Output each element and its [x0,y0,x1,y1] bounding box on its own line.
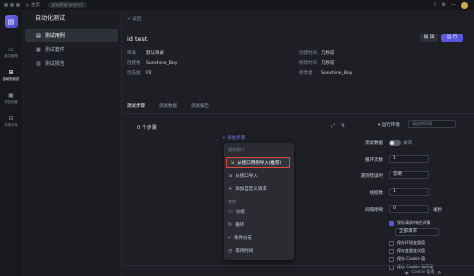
save-var-checkbox[interactable]: 保存变量变化值 [389,248,425,254]
side-panel: 自动化测试 ▤ 测试用例 ▦ 测试套件 ▥ 测试报告 [22,10,122,276]
plus-icon: + [228,186,233,192]
add-step-menu: 请求接口 ⇲ 从接口用例导入(推荐) ⇲ 从接口导入 + 添加自定义请求 其他 … [224,143,294,260]
close-window-icon[interactable] [4,3,8,7]
rail-item-autotest[interactable]: ⊞ 自动化测试 [2,69,20,82]
swap-icon[interactable]: ⇅ [341,123,345,129]
share-icon: ⊟ [8,115,14,122]
minimize-window-icon[interactable] [10,3,14,7]
back-link[interactable]: < 返回 [127,16,141,22]
interval-input[interactable]: 0 [389,205,429,213]
all-requests-select[interactable]: 全部请求 [395,228,439,236]
project-url[interactable]: graphql-project [47,2,87,8]
main-content: < 返回 id test 编 辑 运 行 目录 默认目录 创建者 Sunshine_… [123,10,474,276]
menu-item-custom-request[interactable]: + 添加自定义请求 [228,186,267,192]
gear-icon[interactable]: ⚙ [442,2,446,8]
add-step-button[interactable]: + 添加步骤 [222,135,245,141]
page-title: id test [127,35,148,43]
list-icon: ▤ [36,32,41,39]
report-icon: ▥ [36,60,41,67]
rail-item-settings[interactable]: ▣ 项目设置 [4,92,18,105]
save-request-checkbox[interactable]: 保存请求/响应详情 [389,220,430,226]
maximize-window-icon[interactable] [16,3,20,7]
checkbox-checked[interactable] [389,220,394,226]
minimize-icon[interactable]: — [451,2,456,8]
import-icon: ⇲ [228,173,233,179]
loop-icon: ↻ [228,222,233,228]
menu-item-condition[interactable]: ⑂ 条件分支 [228,235,252,241]
interval-unit: 毫秒 [433,208,442,213]
loop-count-input[interactable]: 1 [389,155,429,163]
menu-item-loop[interactable]: ↻ 循环 [228,222,244,228]
threads-label: 线程数 [369,191,384,196]
suite-icon: ▦ [36,46,41,53]
rail-item-api[interactable]: ▭ 接口管理 [4,46,18,59]
on-error-select[interactable]: 忽略 [389,171,429,179]
home-tab[interactable]: ⌂ 主页 [26,2,40,9]
home-icon: ⌂ [26,2,29,8]
env-select[interactable]: 请选择环境 [408,120,456,128]
menu-item-import-api[interactable]: ⇲ 从接口导入 [228,173,258,179]
bell-icon[interactable]: ♪ [433,2,436,8]
import-icon: ⇲ [230,159,235,166]
cookie-manager[interactable]: ◉ Cookie 管理 ⚙ [405,269,441,275]
steps-count: 0 个步骤 [137,125,157,131]
menu-item-import-case[interactable]: ⇲ 从接口用例导入(推荐) [226,157,290,168]
menu-item-wait[interactable]: ◷ 等待时间 [228,248,253,254]
document-icon: ▭ [8,46,14,53]
branch-icon: ⑂ [228,235,232,241]
menu-group-other: 其他 [228,199,236,204]
checkbox-unchecked[interactable] [389,256,394,262]
loop-count-label: 循环次数 [365,158,383,163]
grid-icon: ⊞ [8,69,14,76]
meta-modifier: 修改者 Sunshine_Boy [299,71,353,76]
avatar[interactable] [461,1,468,9]
expand-icon[interactable]: ⤢ [331,123,335,129]
interval-label: 间隔停顿 [365,208,383,213]
title-bar: ⌂ 主页 graphql-project ♪ ⚙ — [0,0,474,10]
test-data-toggle[interactable] [389,140,401,146]
env-label: ▾ 运行环境 [378,123,400,128]
save-cookie-checkbox[interactable]: 保存 Cookie 值 [389,256,425,262]
app-logo-icon: ▤ [4,15,18,28]
sidebar-item-test-cases[interactable]: ▤ 测试用例 [25,29,118,42]
meta-modified-time: 修改时间 几秒前 [299,61,335,66]
window-controls[interactable] [4,3,20,7]
clock-icon: ◷ [228,248,233,254]
left-rail: ▤ ▭ 接口管理 ⊞ 自动化测试 ▣ 项目设置 ⊟ 在线分享 [0,10,22,276]
run-button[interactable]: 运 行 [441,34,463,42]
sidebar-item-test-reports[interactable]: ▥ 测试报告 [25,57,118,70]
menu-item-group[interactable]: ▭ 分组 [228,209,245,215]
meta-priority: 优先级 P2 [127,71,152,76]
rail-item-share[interactable]: ⊟ 在线分享 [4,115,18,128]
side-panel-title: 自动化测试 [35,15,66,22]
meta-directory: 目录 默认目录 [127,51,164,56]
save-env-checkbox[interactable]: 保存环境变量值 [389,240,425,246]
meta-created-time: 创建时间 几秒前 [299,51,335,56]
settings-small-icon[interactable]: ⚙ [437,270,441,275]
tab-divider [123,113,474,114]
edit-button[interactable]: 编 辑 [420,34,438,42]
test-data-toggle-label: 关闭 [403,141,412,146]
titlebar-actions: ♪ ⚙ — [433,1,468,9]
checkbox-unchecked[interactable] [389,240,394,246]
cookie-icon: ◉ [405,269,409,275]
meta-creator: 创建者 Sunshine_Boy [127,61,178,66]
sidebar-item-test-suites[interactable]: ▦ 测试套件 [25,43,118,56]
footer-bar: ◉ Cookie 管理 ⚙ [123,265,474,276]
test-data-label: 测试数据 [365,141,383,146]
threads-input[interactable]: 1 [389,188,429,196]
on-error-label: 遇到错误时 [360,174,384,179]
folder-icon: ▭ [228,209,233,215]
chevron-down-icon: ▾ [378,123,381,128]
checkbox-unchecked[interactable] [389,248,394,254]
settings-icon: ▣ [8,92,14,99]
menu-group-request: 请求接口 [228,147,244,152]
